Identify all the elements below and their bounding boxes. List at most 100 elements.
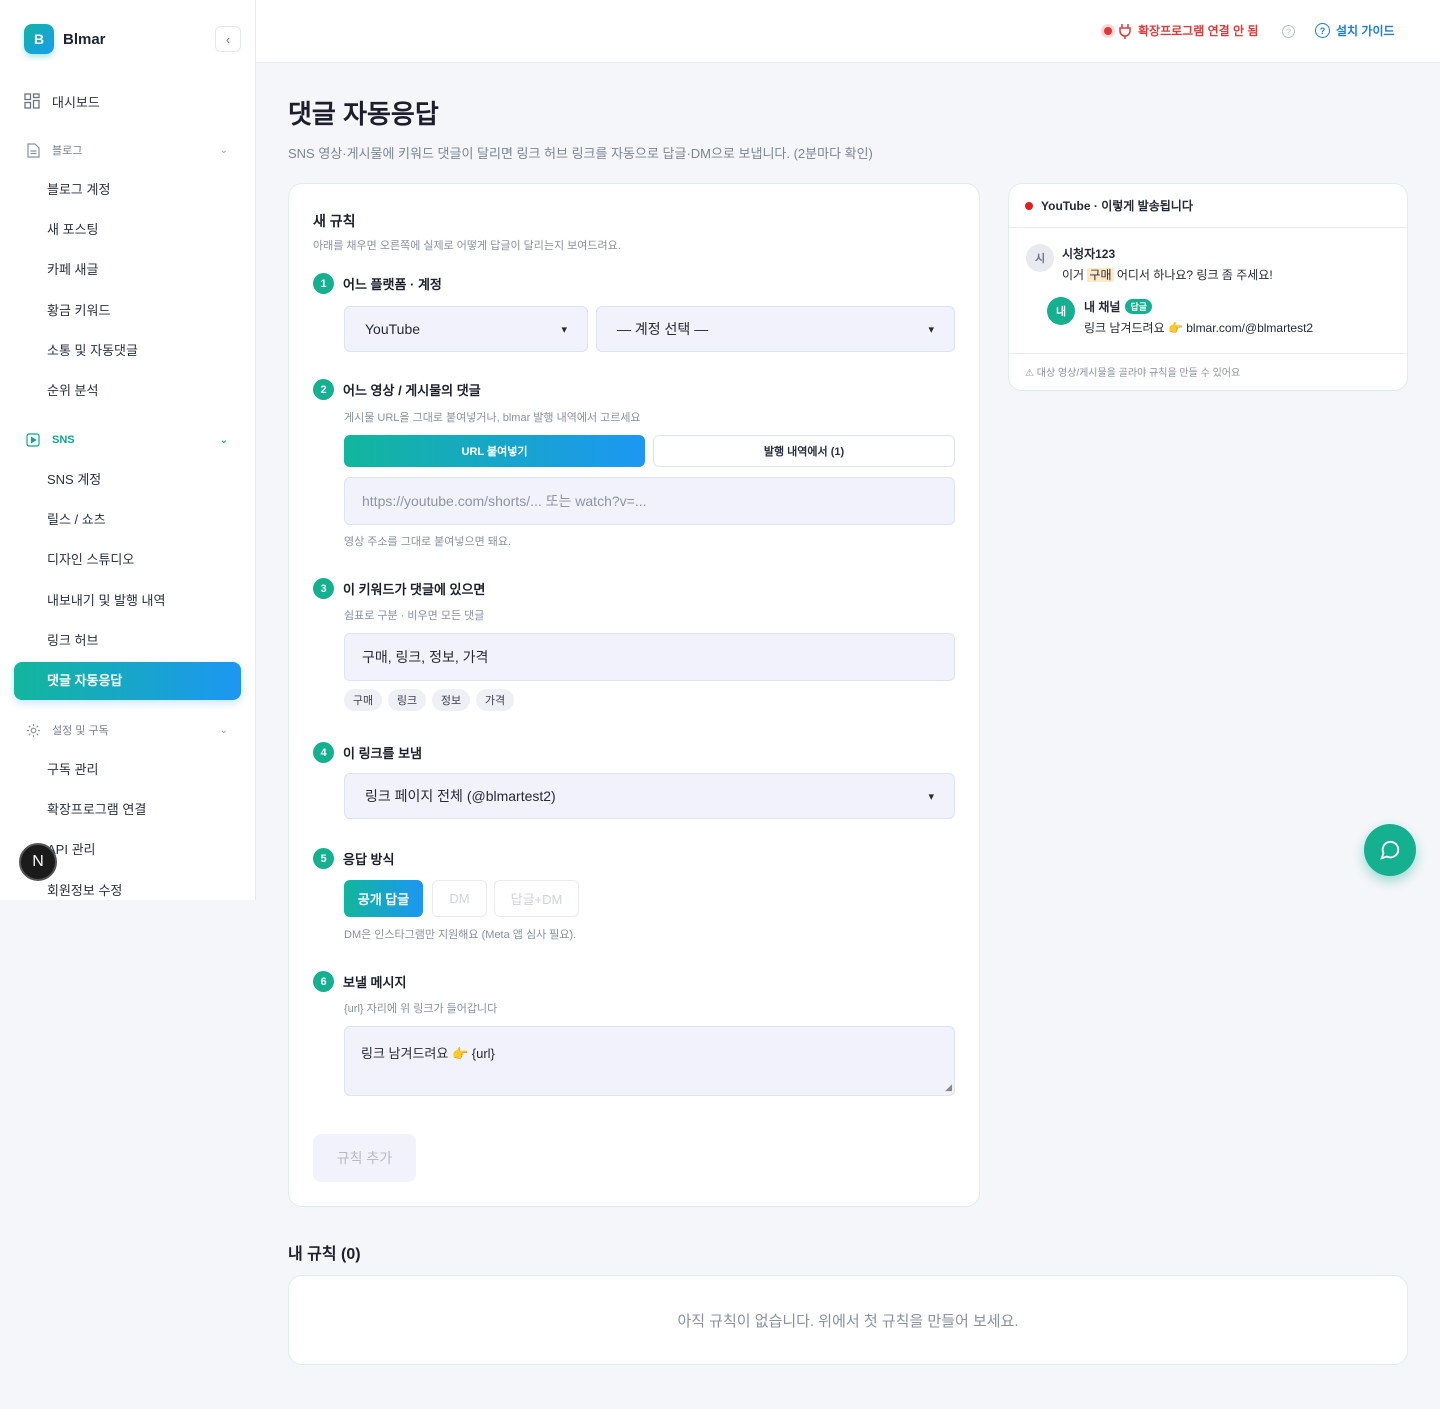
add-rule-button[interactable]: 규칙 추가 bbox=[313, 1134, 416, 1182]
new-rule-card: 새 규칙 아래를 채우면 오른쪽에 실제로 어떻게 답글이 달리는지 보여드려요… bbox=[288, 183, 980, 1207]
platform-select-value: YouTube bbox=[365, 321, 421, 337]
resize-handle-icon[interactable]: ◢ bbox=[945, 1082, 952, 1093]
install-guide-link[interactable]: ? 설치 가이드 bbox=[1315, 22, 1395, 39]
step-label: 응답 방식 bbox=[343, 852, 395, 867]
step-2-hint: 게시물 URL을 그대로 붙여넣거나, blmar 발행 내역에서 고르세요 bbox=[344, 412, 641, 424]
sidebar-item-profile[interactable]: 회원정보 수정 bbox=[47, 881, 122, 900]
chevron-down-icon: ▾ bbox=[928, 323, 934, 336]
keyword-highlight: 구매 bbox=[1087, 268, 1114, 282]
reply-badge: 답글 bbox=[1125, 299, 1153, 314]
preview-footer: ⚠ 대상 영상/게시물을 골라야 규칙을 만들 수 있어요 bbox=[1025, 368, 1241, 379]
logo[interactable]: B Blmar bbox=[24, 24, 106, 54]
step-6-hint: {url} 자리에 위 링크가 들어갑니다 bbox=[344, 1003, 498, 1015]
sidebar-item-comment-autoreply[interactable]: 댓글 자동응답 bbox=[14, 662, 241, 700]
rules-empty-state: 아직 규칙이 없습니다. 위에서 첫 규칙을 만들어 보세요. bbox=[288, 1275, 1408, 1365]
sidebar-item-subscription[interactable]: 구독 관리 bbox=[47, 760, 98, 780]
step-label: 어느 플랫폼 · 계정 bbox=[343, 277, 442, 292]
play-square-icon bbox=[26, 433, 40, 447]
keyword-chip[interactable]: 가격 bbox=[476, 689, 514, 711]
empty-message: 아직 규칙이 없습니다. 위에서 첫 규칙을 만들어 보세요. bbox=[677, 1312, 1019, 1330]
sidebar-item-blog-account[interactable]: 블로그 계정 bbox=[47, 180, 110, 200]
tab-url-paste[interactable]: URL 붙여넣기 bbox=[344, 435, 645, 467]
sidebar-group-sns[interactable]: SNS ⌄ bbox=[24, 430, 234, 450]
sidebar: B Blmar ‹ 대시보드 블로그 ⌄ 블로그 계정 새 포스팅 카페 새글 … bbox=[0, 0, 256, 900]
page-title: 댓글 자동응답 bbox=[288, 99, 439, 129]
mode-reply-dm-button[interactable]: 답글+DM bbox=[494, 880, 579, 917]
sidebar-item-new-post[interactable]: 새 포스팅 bbox=[47, 220, 98, 240]
step-number: 3 bbox=[313, 578, 334, 599]
youtube-dot bbox=[1025, 201, 1033, 210]
sidebar-item-golden-keyword[interactable]: 황금 키워드 bbox=[47, 301, 110, 321]
sidebar-group-label: SNS bbox=[52, 434, 75, 446]
install-guide-label: 설치 가이드 bbox=[1336, 24, 1395, 38]
comment-text-part: 이거 bbox=[1062, 268, 1088, 282]
reply-name: 내 채널 bbox=[1084, 300, 1121, 314]
chevron-down-icon: ▾ bbox=[561, 323, 567, 336]
keyword-chip[interactable]: 정보 bbox=[432, 689, 470, 711]
page-subtitle: SNS 영상·게시물에 키워드 댓글이 달리면 링크 허브 링크를 자동으로 답… bbox=[288, 146, 873, 161]
chevron-down-icon: ⌄ bbox=[219, 144, 228, 156]
sidebar-item-label: 대시보드 bbox=[52, 94, 100, 110]
logo-mark: B bbox=[24, 24, 54, 54]
sidebar-item-reels-shorts[interactable]: 릴스 / 쇼츠 bbox=[47, 510, 106, 530]
step-label: 이 키워드가 댓글에 있으면 bbox=[343, 582, 486, 597]
message-textarea[interactable]: 링크 남겨드려요 👉 {url} ◢ bbox=[344, 1026, 955, 1096]
sidebar-group-blog[interactable]: 블로그 ⌄ bbox=[24, 140, 234, 160]
url-hint: 영상 주소를 그대로 붙여넣으면 돼요. bbox=[344, 536, 512, 548]
chevron-down-icon: ⌄ bbox=[219, 724, 228, 736]
plug-icon bbox=[1119, 23, 1131, 39]
sidebar-item-sns-account[interactable]: SNS 계정 bbox=[47, 470, 101, 490]
commenter-avatar: 시 bbox=[1026, 244, 1054, 272]
card-title: 새 규칙 bbox=[313, 213, 356, 229]
step-number: 4 bbox=[313, 742, 334, 763]
step-label: 보낼 메시지 bbox=[343, 975, 407, 990]
extension-status[interactable]: 확장프로그램 연결 안 됨 bbox=[1104, 22, 1258, 39]
message-text: 링크 남겨드려요 👉 {url} bbox=[361, 1046, 495, 1061]
preview-header: YouTube · 이렇게 발송됩니다 bbox=[1025, 197, 1193, 214]
comment-text-part: 어디서 하나요? 링크 좀 주세요! bbox=[1113, 268, 1273, 282]
sidebar-item-extension[interactable]: 확장프로그램 연결 bbox=[47, 800, 146, 820]
mode-dm-button[interactable]: DM bbox=[432, 880, 487, 917]
step-4-header: 4 이 링크를 보냄 bbox=[313, 742, 422, 763]
sidebar-item-cafe-post[interactable]: 카페 새글 bbox=[47, 260, 98, 280]
mode-public-reply-button[interactable]: 공개 답글 bbox=[344, 880, 423, 917]
keyword-input[interactable]: 구매, 링크, 정보, 가격 bbox=[344, 633, 955, 681]
url-input[interactable]: https://youtube.com/shorts/... 또는 watch?… bbox=[344, 477, 955, 525]
link-select-value: 링크 페이지 전체 (@blmartest2) bbox=[365, 788, 556, 804]
sidebar-item-design-studio[interactable]: 디자인 스튜디오 bbox=[47, 550, 134, 570]
topbar bbox=[256, 0, 1440, 63]
sidebar-item-auto-comment[interactable]: 소통 및 자동댓글 bbox=[47, 341, 138, 361]
keyword-chip[interactable]: 구매 bbox=[344, 689, 382, 711]
divider bbox=[1009, 353, 1407, 354]
account-select[interactable]: — 계정 선택 — ▾ bbox=[596, 306, 955, 352]
dashboard-icon bbox=[24, 93, 40, 109]
reply-text: 링크 남겨드려요 👉 blmar.com/@blmartest2 bbox=[1084, 321, 1314, 335]
chat-button[interactable] bbox=[1364, 824, 1416, 876]
document-icon bbox=[26, 142, 40, 158]
sidebar-item-export-history[interactable]: 내보내기 및 발행 내역 bbox=[47, 591, 165, 611]
step-label: 어느 영상 / 게시물의 댓글 bbox=[343, 383, 481, 398]
user-avatar[interactable]: N bbox=[19, 843, 57, 881]
link-select[interactable]: 링크 페이지 전체 (@blmartest2) ▾ bbox=[344, 773, 955, 819]
step-number: 6 bbox=[313, 971, 334, 992]
chevron-left-icon: ‹ bbox=[225, 31, 231, 47]
commenter-name: 시청자123 bbox=[1062, 247, 1116, 261]
sidebar-item-rank-analysis[interactable]: 순위 분석 bbox=[47, 381, 98, 401]
step-label: 이 링크를 보냄 bbox=[343, 746, 422, 761]
gear-icon bbox=[26, 723, 40, 737]
divider bbox=[1009, 227, 1407, 228]
step-number: 2 bbox=[313, 379, 334, 400]
tab-publish-history[interactable]: 발행 내역에서 (1) bbox=[653, 435, 955, 467]
channel-avatar: 내 bbox=[1047, 297, 1075, 325]
collapse-sidebar-button[interactable]: ‹ bbox=[215, 26, 241, 52]
sidebar-item-dashboard[interactable]: 대시보드 bbox=[24, 90, 100, 112]
card-subtitle: 아래를 채우면 오른쪽에 실제로 어떻게 답글이 달리는지 보여드려요. bbox=[313, 240, 621, 252]
sidebar-item-link-hub[interactable]: 링크 허브 bbox=[47, 631, 98, 651]
step-number: 5 bbox=[313, 848, 334, 869]
sidebar-group-settings[interactable]: 설정 및 구독 ⌄ bbox=[24, 720, 234, 740]
platform-select[interactable]: YouTube ▾ bbox=[344, 306, 588, 352]
chevron-down-icon: ⌄ bbox=[219, 434, 228, 446]
keyword-chip[interactable]: 링크 bbox=[388, 689, 426, 711]
step-6-header: 6 보낼 메시지 bbox=[313, 971, 406, 992]
help-icon[interactable]: ? bbox=[1282, 25, 1295, 38]
